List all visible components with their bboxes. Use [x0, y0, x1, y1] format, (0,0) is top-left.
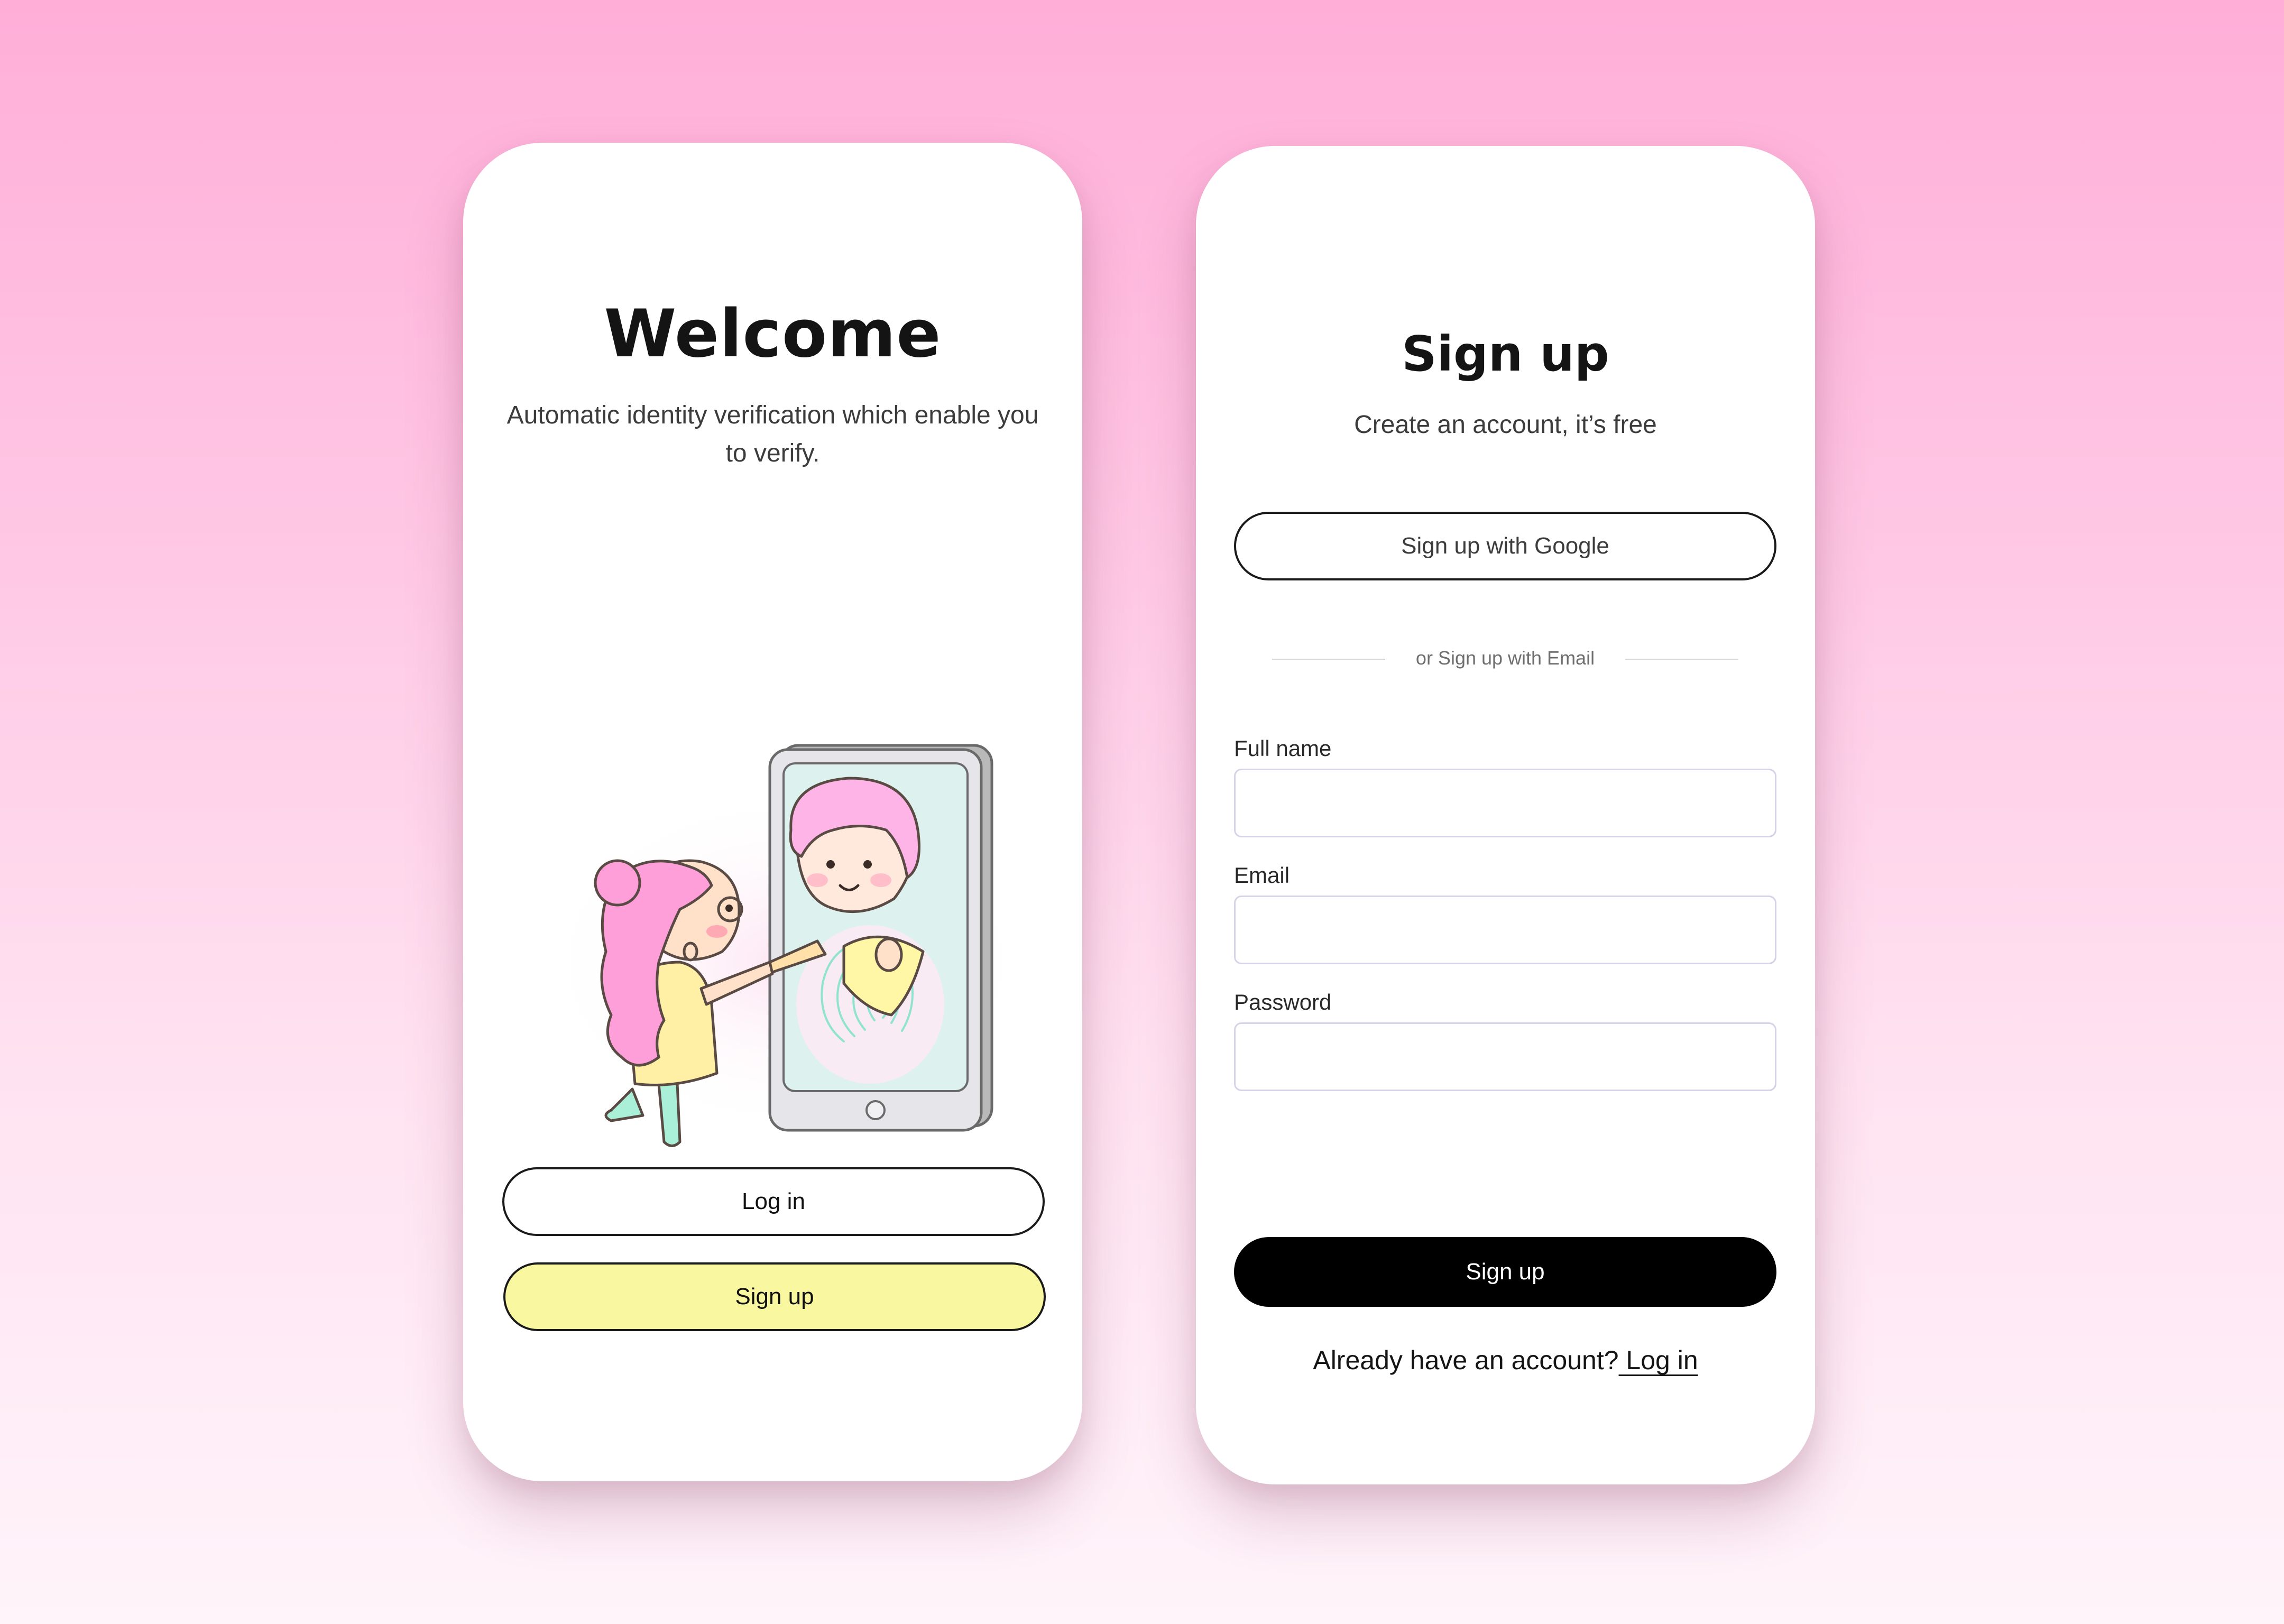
- email-label: Email: [1234, 863, 1290, 888]
- welcome-subtitle: Automatic identity verification which en…: [506, 401, 1039, 467]
- password-label: Password: [1234, 990, 1332, 1014]
- signup-screen: Sign up Create an account, it’s free Sig…: [1196, 146, 1815, 1484]
- signup-subtitle: Create an account, it’s free: [1354, 411, 1657, 439]
- welcome-screen: Welcome Automatic identity verification …: [463, 143, 1082, 1481]
- email-input[interactable]: [1234, 896, 1776, 964]
- signup-button[interactable]: Sign up: [503, 1262, 1046, 1331]
- google-signup-button[interactable]: Sign up with Google: [1234, 512, 1776, 580]
- canvas: { "welcome": { "title": "Welcome", "subt…: [0, 0, 2284, 1624]
- divider-right: [1625, 659, 1738, 660]
- full-name-label: Full name: [1234, 736, 1332, 761]
- signup-title: Sign up: [1402, 326, 1609, 382]
- login-button[interactable]: Log in: [502, 1167, 1045, 1236]
- full-name-input[interactable]: [1234, 769, 1776, 837]
- login-prompt: Already have an account? Log in: [1196, 1345, 1815, 1376]
- divider-text: or Sign up with Email: [1415, 647, 1595, 669]
- divider-left: [1272, 659, 1385, 660]
- password-input[interactable]: [1234, 1022, 1776, 1091]
- identity-verification-illustration: [537, 744, 1029, 1147]
- login-link[interactable]: Log in: [1619, 1345, 1698, 1375]
- welcome-title: Welcome: [604, 296, 942, 372]
- signup-submit-button[interactable]: Sign up: [1234, 1237, 1776, 1307]
- login-prompt-text: Already have an account?: [1313, 1345, 1619, 1375]
